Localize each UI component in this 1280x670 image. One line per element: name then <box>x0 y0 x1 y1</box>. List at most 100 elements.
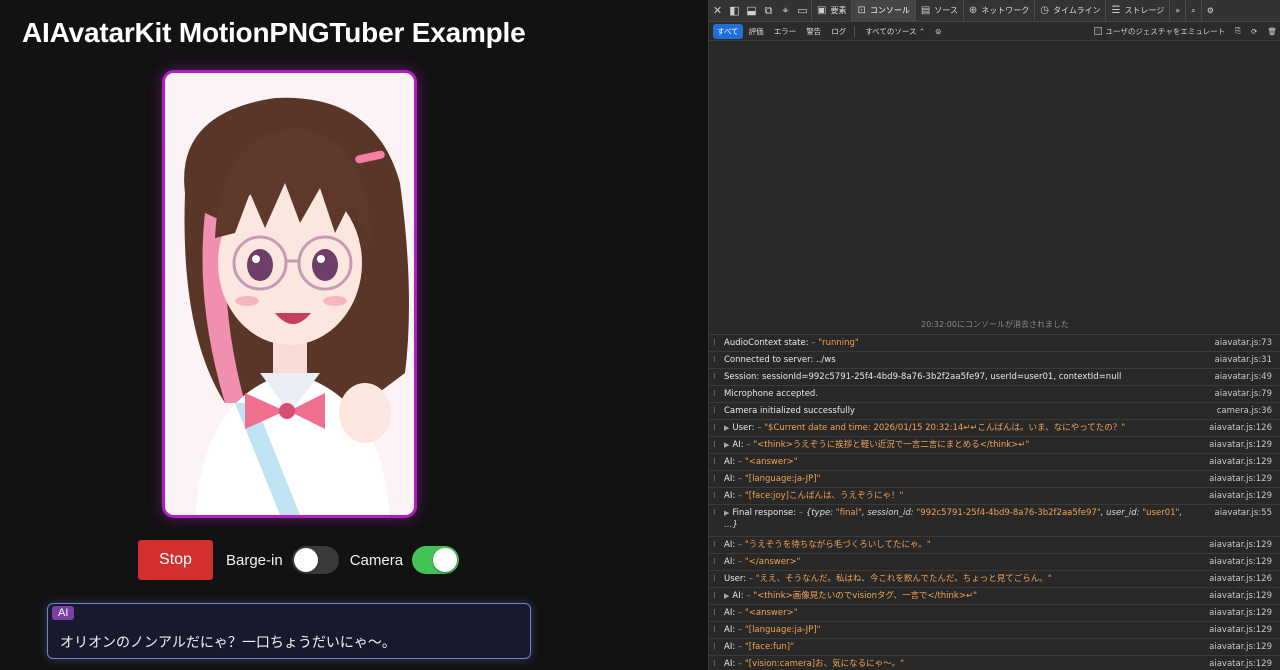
console-log-row[interactable]: ⁝ AI: – "うえぞうを待ちながら毛づくろいしてたにゃ。" aiavatar.j… <box>709 537 1280 554</box>
clear-console-icon[interactable]: 🗑 <box>1263 25 1280 38</box>
log-source-link[interactable]: camera.js:36 <box>1217 405 1272 417</box>
stop-button[interactable]: Stop <box>138 540 213 580</box>
camera-toggle[interactable] <box>412 546 460 574</box>
console-filter-button[interactable]: ログ <box>827 24 850 39</box>
disclosure-triangle-icon[interactable]: ▶ <box>724 592 729 600</box>
console-log-row[interactable]: ⁝ AudioContext state: – "running" aiavatar… <box>709 335 1280 352</box>
devtools-tab[interactable]: ▣ 要素 <box>811 0 851 21</box>
console-log-row[interactable]: ⁝ AI: – "[language:ja-JP]" aiavatar.js:129 <box>709 471 1280 488</box>
devtools-tab[interactable]: ◷ タイムライン <box>1034 0 1105 21</box>
log-message-icon: ⁝ <box>713 574 716 583</box>
log-source-link[interactable]: aiavatar.js:31 <box>1215 354 1272 366</box>
console-log-row[interactable]: ⁝ Connected to server: ../ws aiavatar.js:3… <box>709 352 1280 369</box>
log-text-segment: – <box>737 625 745 635</box>
console-log-row[interactable]: ⁝ User: – "ええ、そうなんだ。私はね、今これを飲んでたんだ。ちょっと見て… <box>709 571 1280 588</box>
undock-icon[interactable]: ⧉ <box>760 0 777 21</box>
console-log-row[interactable]: ⁝ AI: – "</answer>" aiavatar.js:129 <box>709 554 1280 571</box>
devtools-tab[interactable]: ☰ ストレージ <box>1105 0 1169 21</box>
log-message-icon: ⁝ <box>713 659 716 668</box>
devtools-tabbar: ✕ ◧ ⬓ ⧉ ⌖ ▭ ▣ 要素 ⊡ コンソール ▤ ソース ⊕ ネットワーク ◷ タイムライン ☰… <box>709 0 1280 22</box>
log-text-segment: "<answer>" <box>744 457 798 467</box>
log-message: AudioContext state: – "running" <box>724 337 859 349</box>
log-message-icon: ⁝ <box>713 338 716 347</box>
log-source-link[interactable]: aiavatar.js:129 <box>1209 473 1272 485</box>
console-log-row[interactable]: ⁝ AI: – "[language:ja-JP]" aiavatar.js:129 <box>709 622 1280 639</box>
disclosure-triangle-icon[interactable]: ▶ <box>724 509 729 517</box>
device-mode-icon[interactable]: ▭ <box>794 0 811 21</box>
log-source-link[interactable]: aiavatar.js:55 <box>1215 507 1272 519</box>
emulate-gesture-checkbox[interactable]: ユーザのジェスチャをエミュレート ⎘ ⟳ 🗑 <box>1093 24 1280 38</box>
console-cleared-message: 20:32:00にコンソールが消去されました <box>921 320 1069 329</box>
console-log-row[interactable]: ⁝ AI: – "<answer>" aiavatar.js:129 <box>709 605 1280 622</box>
divider <box>854 25 856 37</box>
emulate-gesture-label: ユーザのジェスチャをエミュレート <box>1105 26 1226 36</box>
more-tabs-icon[interactable]: » <box>1169 0 1185 21</box>
log-text-segment: – <box>737 557 745 567</box>
console-filter-button[interactable]: エラー <box>770 24 801 39</box>
bargein-toggle[interactable] <box>291 546 339 574</box>
console-log-row[interactable]: ⁝ AI: – "[face:fun]" aiavatar.js:129 <box>709 639 1280 656</box>
devtools-tab[interactable]: ▤ ソース <box>914 0 963 21</box>
log-source-link[interactable]: aiavatar.js:129 <box>1209 539 1272 551</box>
disclosure-triangle-icon[interactable]: ▶ <box>724 424 729 432</box>
log-message: AI: – "[face:joy]こんばんは、うえぞうにゃ！" <box>724 490 903 502</box>
log-source-link[interactable]: aiavatar.js:129 <box>1209 590 1272 602</box>
settings-icon[interactable]: ⚙ <box>1200 0 1219 21</box>
log-message: Microphone accepted. <box>724 388 818 400</box>
log-text-segment: User: <box>732 423 758 433</box>
console-log-row[interactable]: ⁝ ▶ AI: – "<think>画像見たいのでvisionタグ、一言で</thi… <box>709 588 1280 605</box>
console-log-row[interactable]: ⁝ AI: – "[face:joy]こんばんは、うえぞうにゃ！" aiavatar… <box>709 488 1280 505</box>
devtools-tab-label: 要素 <box>830 6 847 15</box>
close-icon[interactable]: ✕ <box>709 0 726 21</box>
devtools-tab-label: ソース <box>934 6 958 15</box>
log-source-link[interactable]: aiavatar.js:129 <box>1209 439 1272 451</box>
console-filter-button[interactable]: すべて <box>713 23 743 39</box>
log-source-link[interactable]: aiavatar.js:126 <box>1209 422 1272 434</box>
console-log-row[interactable]: ⁝ ▶ Final response: – {type: "final", sess… <box>709 505 1280 537</box>
log-source-link[interactable]: aiavatar.js:129 <box>1209 456 1272 468</box>
log-text-segment: "992c5791-25f4-4bd9-8a76-3b2f2aa5fe97" <box>916 508 1101 518</box>
log-source-link[interactable]: aiavatar.js:126 <box>1209 573 1272 585</box>
log-source-link[interactable]: aiavatar.js:49 <box>1215 371 1272 383</box>
log-text-segment: AI: <box>724 659 738 669</box>
preserve-log-icon[interactable]: ⎘ <box>1231 24 1245 38</box>
search-icon[interactable]: ⌕ <box>1185 0 1200 21</box>
log-source-link[interactable]: aiavatar.js:79 <box>1215 388 1272 400</box>
console-log-row[interactable]: ⁝ Microphone accepted. aiavatar.js:79 <box>709 386 1280 403</box>
log-source-link[interactable]: aiavatar.js:129 <box>1209 607 1272 619</box>
reload-icon[interactable]: ⟳ <box>1247 25 1261 38</box>
devtools-tab[interactable]: ⊕ ネットワーク <box>962 0 1034 21</box>
console-log-row[interactable]: ⁝ AI: – "<answer>" aiavatar.js:129 <box>709 454 1280 471</box>
log-message: AI: – "<answer>" <box>724 456 798 468</box>
log-source-link[interactable]: aiavatar.js:129 <box>1209 556 1272 568</box>
log-message: AI: – "[vision:camera]お、気になるにゃ〜。" <box>724 658 904 670</box>
log-message-icon: ⁝ <box>713 642 716 651</box>
console-log-list: ⁝ AudioContext state: – "running" aiavatar… <box>709 334 1280 670</box>
log-text-segment: AI: <box>724 625 738 635</box>
log-message-icon: ⁝ <box>713 457 716 466</box>
console-log-row[interactable]: ⁝ AI: – "[vision:camera]お、気になるにゃ〜。" aiavat… <box>709 656 1280 670</box>
log-message-icon: ⁝ <box>713 372 716 381</box>
console-filter-button[interactable]: 警告 <box>802 24 825 39</box>
console-log-row[interactable]: ⁝ Session: sessionId=992c5791-25f4-4bd9-8… <box>709 369 1280 386</box>
log-source-link[interactable]: aiavatar.js:129 <box>1209 658 1272 670</box>
checkbox-box[interactable] <box>1093 27 1102 35</box>
console-log-row[interactable]: ⁝ Camera initialized successfully camera.j… <box>709 403 1280 420</box>
log-source-link[interactable]: aiavatar.js:129 <box>1209 641 1272 653</box>
filter-icon[interactable]: ⊜ <box>931 25 945 38</box>
element-picker-icon[interactable]: ⌖ <box>777 0 794 21</box>
console-log-row[interactable]: ⁝ ▶ User: – "$Current date and time: 2026/… <box>709 420 1280 437</box>
console-filter-button[interactable]: 評価 <box>745 24 768 39</box>
log-source-link[interactable]: aiavatar.js:129 <box>1209 624 1272 636</box>
dock-bottom-icon[interactable]: ⬓ <box>743 0 760 21</box>
log-text-segment: AI: <box>724 491 738 501</box>
log-text-segment: Session: sessionId=992c5791-25f4-4bd9-8a… <box>724 372 1122 382</box>
dock-left-icon[interactable]: ◧ <box>726 0 743 21</box>
disclosure-triangle-icon[interactable]: ▶ <box>724 441 729 449</box>
log-text-segment: – <box>737 642 745 652</box>
source-filter-select[interactable]: すべてのソース ⌃ <box>861 24 929 39</box>
devtools-tab[interactable]: ⊡ コンソール <box>851 0 915 21</box>
log-source-link[interactable]: aiavatar.js:73 <box>1215 337 1272 349</box>
log-source-link[interactable]: aiavatar.js:129 <box>1209 490 1272 502</box>
console-log-row[interactable]: ⁝ ▶ AI: – "<think>うえぞうに挨拶と軽い近況で一言二言にまとめる</… <box>709 437 1280 454</box>
